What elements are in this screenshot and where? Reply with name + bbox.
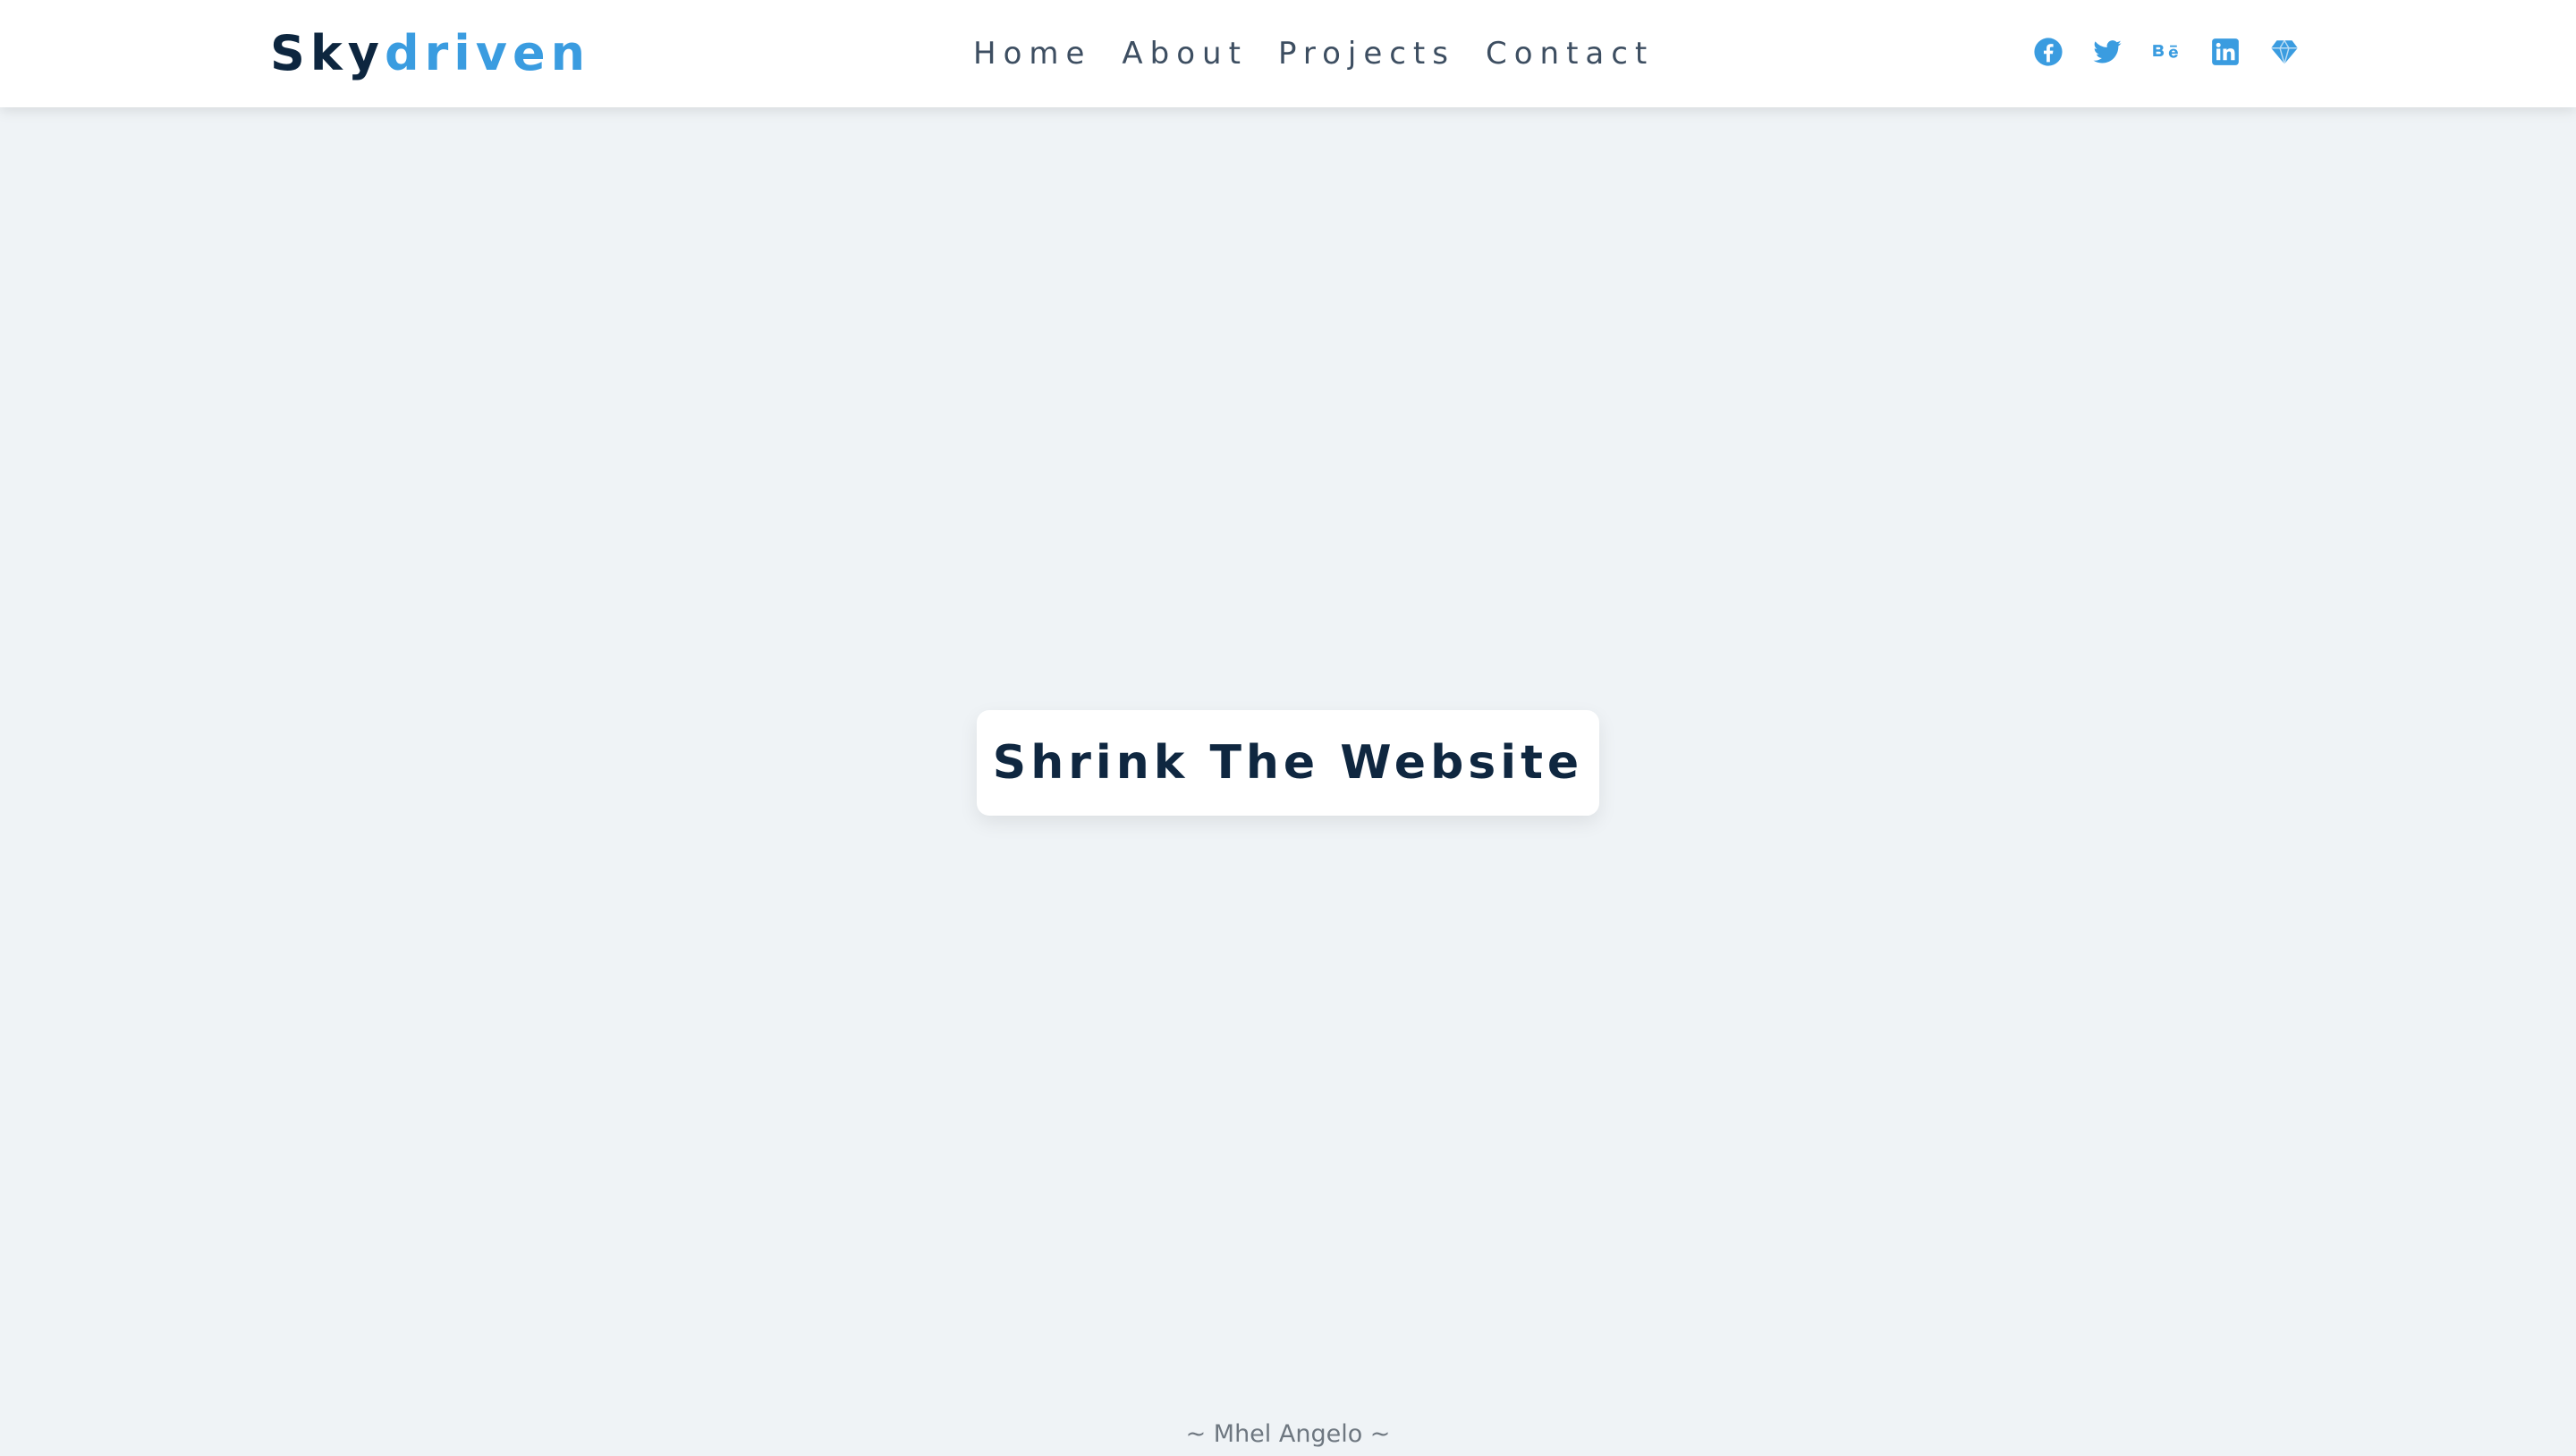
- brand-logo[interactable]: Skydriven: [270, 25, 590, 82]
- brand-name-part2: driven: [385, 25, 591, 81]
- gem-icon[interactable]: [2268, 36, 2301, 68]
- brand-name-part1: Sky: [270, 25, 386, 81]
- nav-link-contact[interactable]: Contact: [1486, 36, 1654, 72]
- twitter-icon[interactable]: [2091, 36, 2123, 68]
- behance-icon[interactable]: [2150, 36, 2182, 68]
- navbar: Skydriven Home About Projects Contact: [0, 0, 2576, 107]
- nav-menu: Home About Projects Contact: [973, 32, 1654, 75]
- nav-link-about[interactable]: About: [1122, 36, 1248, 72]
- footer-credit: ~ Mhel Angelo ~: [1185, 1420, 1391, 1448]
- hero-title: Shrink The Website: [992, 736, 1584, 790]
- facebook-icon[interactable]: [2032, 36, 2064, 68]
- nav-link-projects[interactable]: Projects: [1278, 36, 1455, 72]
- linkedin-icon[interactable]: [2209, 36, 2241, 68]
- hero-card: Shrink The Website: [977, 710, 1599, 816]
- social-links: [2032, 36, 2301, 68]
- nav-link-home[interactable]: Home: [973, 36, 1091, 72]
